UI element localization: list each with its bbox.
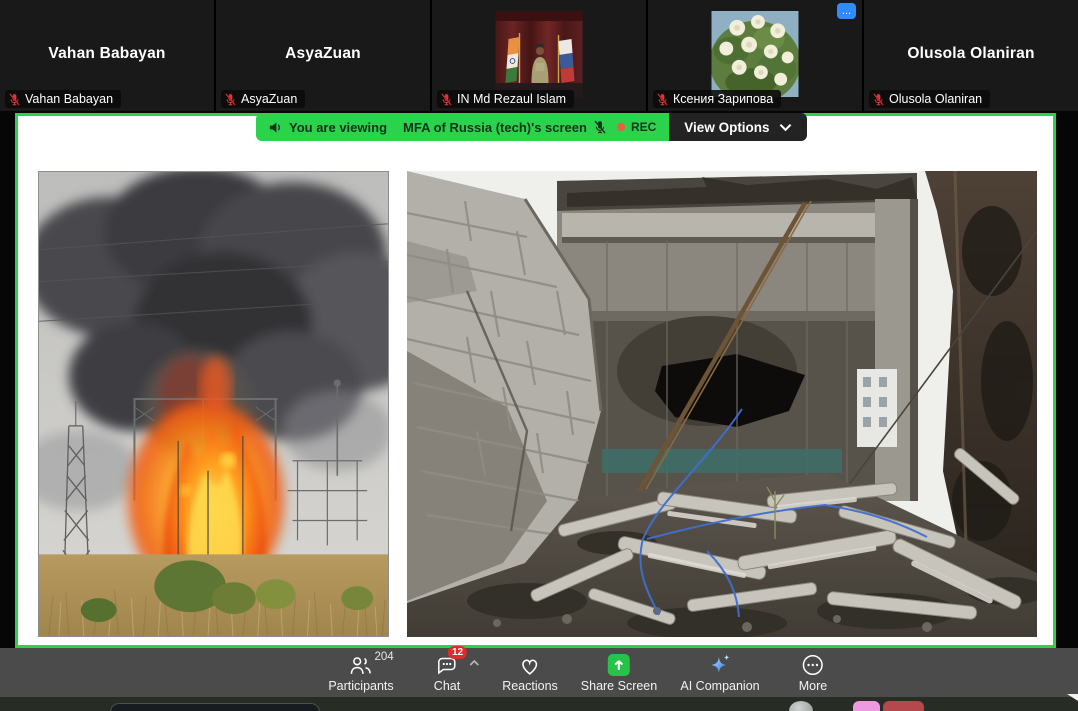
chat-badge: 12 xyxy=(448,646,468,659)
corner-notch xyxy=(1067,694,1078,701)
viewing-text: You are viewing xyxy=(289,119,388,135)
tile-vahan-babayan[interactable]: Vahan Babayan Vahan Babayan xyxy=(0,0,214,111)
screen-share-banner: You are viewing MFA of Russia (tech)'s s… xyxy=(256,113,807,141)
share-screen-button[interactable]: Share Screen xyxy=(581,653,657,693)
chat-icon-row: 12 xyxy=(435,646,480,677)
ellipsis-circle-icon xyxy=(802,654,824,676)
video-white-flowers xyxy=(711,11,799,98)
chat-button[interactable]: 12 Chat xyxy=(433,646,480,693)
screen-owner-text: MFA of Russia (tech)'s screen xyxy=(403,119,587,135)
participants-label: Participants xyxy=(328,679,394,693)
ai-companion-icon-row xyxy=(708,653,733,677)
name-tag-label: AsyaZuan xyxy=(241,92,298,106)
share-screen-icon xyxy=(608,654,630,676)
share-screen-icon-row xyxy=(608,653,630,677)
taskbar-app-icon-red[interactable] xyxy=(883,701,924,711)
taskbar-app-icon-gray[interactable] xyxy=(789,701,813,711)
viewing-banner: You are viewing MFA of Russia (tech)'s s… xyxy=(256,113,670,141)
taskbar-app-icon-pink[interactable] xyxy=(853,701,880,711)
participant-name: Olusola Olaniran xyxy=(907,44,1035,62)
heart-icon xyxy=(522,658,538,675)
ai-companion-label: AI Companion xyxy=(680,679,760,693)
participants-button[interactable]: 204 Participants xyxy=(328,651,394,693)
name-tag: IN Md Rezaul Islam xyxy=(437,90,575,108)
photo-art xyxy=(39,172,388,636)
participants-icon-row: 204 xyxy=(349,651,394,677)
zoom-meeting-window: Vahan Babayan Vahan Babayan AsyaZuan Asy… xyxy=(0,0,1078,711)
name-tag-label: Vahan Babayan xyxy=(25,92,114,106)
desktop-taskbar-sliver xyxy=(0,697,1078,711)
more-button[interactable]: More xyxy=(799,653,827,693)
name-tag: Olusola Olaniran xyxy=(869,90,991,108)
more-icon-row xyxy=(801,653,825,677)
tile-ksenia-zaripova[interactable]: ... Ксения Зарипова xyxy=(648,0,862,111)
reactions-label: Reactions xyxy=(502,679,558,693)
name-tag-label: Olusola Olaniran xyxy=(889,92,983,106)
participants-icon xyxy=(350,656,371,674)
mic-muted-icon xyxy=(441,92,452,106)
reactions-button[interactable]: Reactions xyxy=(502,653,558,693)
photo-art xyxy=(407,171,1037,637)
video-art xyxy=(495,11,583,98)
video-man-between-flags xyxy=(495,11,583,98)
share-screen-label: Share Screen xyxy=(580,679,658,693)
tile-more-button[interactable]: ... xyxy=(837,3,856,19)
chat-label: Chat xyxy=(433,679,461,693)
mic-muted-icon xyxy=(873,92,884,106)
mic-muted-icon xyxy=(594,120,606,134)
mic-muted-icon xyxy=(657,92,668,106)
chevron-up-icon[interactable] xyxy=(469,659,480,667)
tile-asyazuan[interactable]: AsyaZuan AsyaZuan xyxy=(216,0,430,111)
tile-olusola-olaniran[interactable]: Olusola Olaniran Olusola Olaniran xyxy=(864,0,1078,111)
rec-label: REC xyxy=(630,120,657,134)
participant-strip: Vahan Babayan Vahan Babayan AsyaZuan Asy… xyxy=(0,0,1078,111)
reactions-icon-row xyxy=(518,653,543,677)
photo-destroyed-building xyxy=(407,171,1037,637)
more-label: More xyxy=(798,679,828,693)
name-tag: Vahan Babayan xyxy=(5,90,122,108)
arrow-up-icon xyxy=(614,660,624,670)
mic-muted-icon xyxy=(9,92,20,106)
view-options-button[interactable]: View Options xyxy=(669,113,807,141)
shared-screen-area xyxy=(15,113,1056,648)
meeting-toolbar: 204 Participants 12 Chat Reactions Share… xyxy=(0,646,1078,697)
name-tag-label: IN Md Rezaul Islam xyxy=(457,92,567,106)
participants-count: 204 xyxy=(374,651,394,663)
recording-dot xyxy=(616,123,625,131)
ai-companion-button[interactable]: AI Companion xyxy=(680,653,760,693)
tile-in-md-rezaul-islam[interactable]: IN Md Rezaul Islam xyxy=(432,0,646,111)
participant-name: Vahan Babayan xyxy=(48,44,166,62)
participant-name: AsyaZuan xyxy=(285,44,361,62)
view-options-label: View Options xyxy=(684,119,770,135)
ai-companion-sparkle-icon xyxy=(711,654,730,673)
name-tag: AsyaZuan xyxy=(221,90,306,108)
speaker-icon xyxy=(269,121,281,133)
video-art xyxy=(711,11,799,98)
photo-substation-fire xyxy=(38,171,389,637)
name-tag: Ксения Зарипова xyxy=(653,90,782,108)
mic-muted-icon xyxy=(225,92,236,106)
taskbar-search-bar[interactable] xyxy=(110,703,320,711)
name-tag-label: Ксения Зарипова xyxy=(673,92,774,106)
chevron-down-icon xyxy=(779,123,791,131)
